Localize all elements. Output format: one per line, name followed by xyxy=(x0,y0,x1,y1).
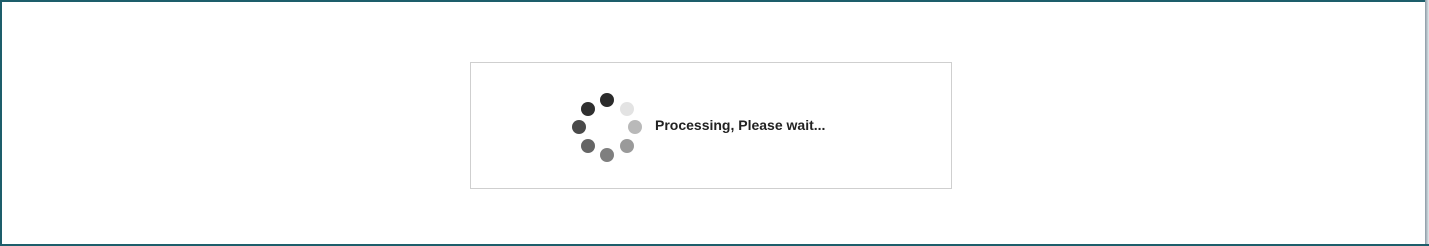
spinner-dot xyxy=(628,120,642,134)
spinner-dot xyxy=(620,102,634,116)
spinner-dot xyxy=(581,139,595,153)
spinner-dot xyxy=(600,93,614,107)
spinner-dot xyxy=(600,148,614,162)
spinner-dot xyxy=(581,102,595,116)
loading-message: Processing, Please wait... xyxy=(655,117,826,133)
loading-spinner-icon xyxy=(570,91,644,163)
frame-edge-shadow xyxy=(1425,0,1429,246)
spinner-dot xyxy=(572,120,586,134)
spinner-dot xyxy=(620,139,634,153)
